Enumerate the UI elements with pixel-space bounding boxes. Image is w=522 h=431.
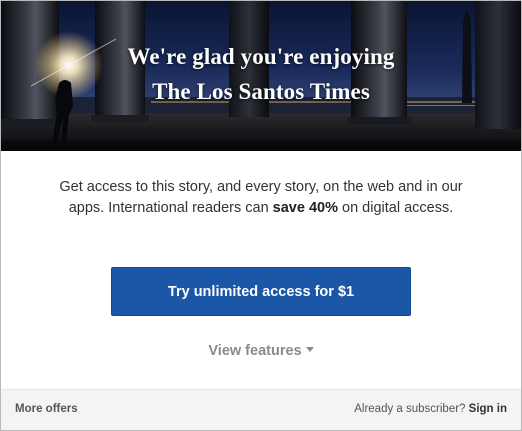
hero-title-line2: The Los Santos Times (152, 79, 370, 104)
paywall-modal: We're glad you're enjoying The Los Santo… (0, 0, 522, 431)
hero-title-line1: We're glad you're enjoying (127, 44, 395, 69)
cta-label: Try unlimited access for $1 (167, 283, 355, 300)
more-offers-link[interactable]: More offers (15, 403, 78, 415)
try-unlimited-access-button[interactable]: Try unlimited access for $1 (111, 267, 411, 316)
sign-in-link[interactable]: Sign in (469, 403, 507, 415)
subscriber-signin-area: Already a subscriber? Sign in (354, 403, 507, 415)
pitch-text-after: on digital access. (337, 200, 454, 216)
subscriber-prompt: Already a subscriber? (354, 403, 466, 415)
hero-banner: We're glad you're enjoying The Los Santo… (1, 1, 521, 151)
caret-down-icon (305, 347, 314, 352)
view-features-label: View features (208, 343, 302, 359)
pitch-discount-highlight: save 40% (272, 200, 338, 216)
view-features-toggle[interactable]: View features (1, 343, 521, 359)
memorial-night-photo (1, 1, 521, 151)
modal-footer: More offers Already a subscriber? Sign i… (1, 389, 521, 430)
subscription-pitch: Get access to this story, and every stor… (41, 177, 481, 219)
